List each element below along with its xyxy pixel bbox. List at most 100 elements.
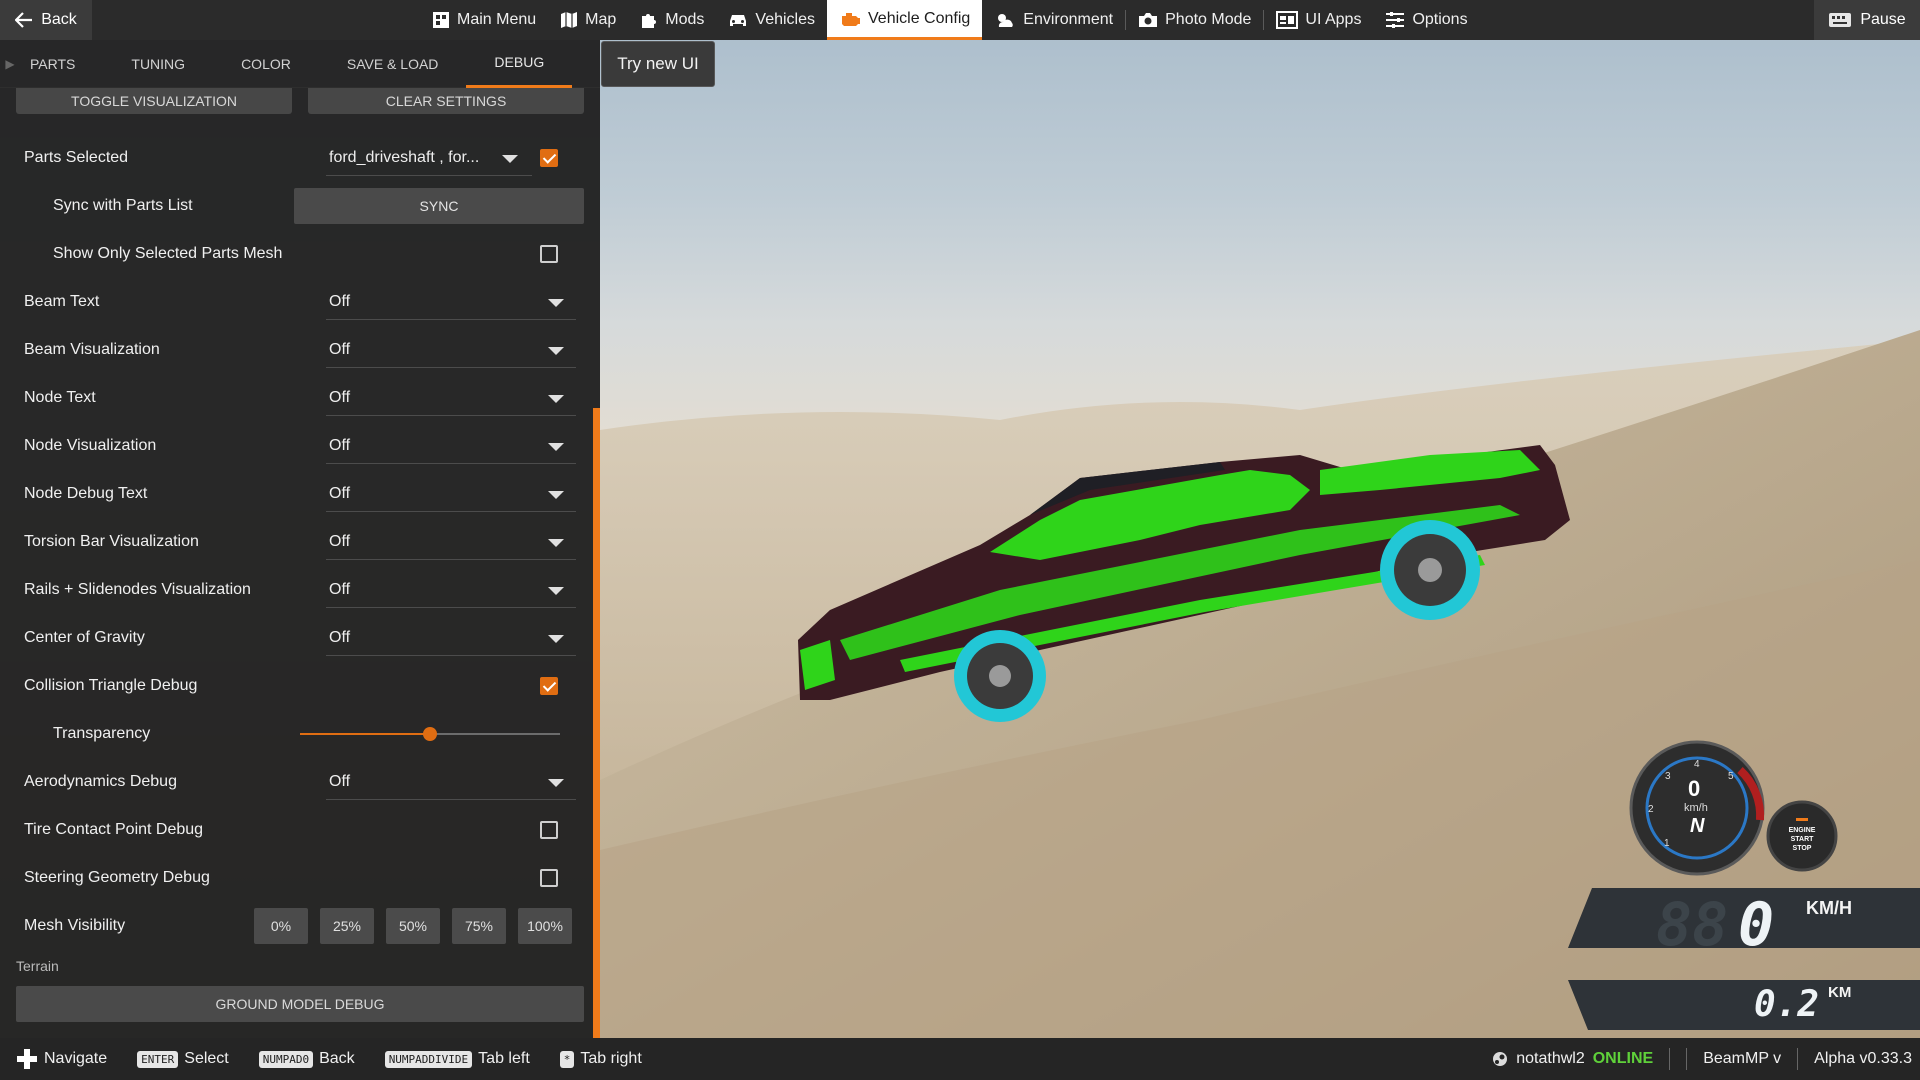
row-transparency: Transparency [0,710,593,758]
parts-selected-dropdown[interactable]: ford_driveshaft , for... [326,140,532,176]
hint-navigate: Navigate [16,1048,107,1070]
dropdown-value: Off [329,772,351,790]
gauge-unit: km/h [1684,802,1708,814]
gauge-tick-5: 5 [1728,771,1734,782]
show-only-mesh-label: Show Only Selected Parts Mesh [53,245,283,262]
back-button[interactable]: Back [0,0,92,40]
engine-label-2: START [1790,836,1814,843]
mesh-50-button[interactable]: 50% [386,908,440,944]
row-rails: Rails + Slidenodes Visualization Off [0,566,593,614]
status-area: notathwl2 ONLINE BeamMP v Alpha v0.33.3 [1492,1038,1912,1080]
mesh-visibility-buttons: 0% 25% 50% 75% 100% [254,908,572,944]
game-version: Alpha v0.33.3 [1814,1050,1912,1067]
show-only-mesh-checkbox[interactable] [540,245,558,263]
mesh-visibility-label: Mesh Visibility [24,917,126,934]
caret-down-icon [548,539,564,547]
dropdown-value: Off [329,340,351,358]
collision-triangle-label: Collision Triangle Debug [24,677,198,694]
node-debug-text-dropdown[interactable]: Off [326,476,576,512]
nav-label: Environment [1023,11,1114,28]
tab-save-load[interactable]: SAVE & LOAD [319,40,467,88]
panel-scrollbar[interactable] [593,408,600,1076]
mesh-0-button[interactable]: 0% [254,908,308,944]
dropdown-value: Off [329,388,351,406]
clear-settings-button[interactable]: CLEAR SETTINGS [308,88,584,114]
car-icon [730,15,747,26]
row-mesh-visibility: Mesh Visibility 0% 25% 50% 75% 100% [0,902,593,950]
node-vis-dropdown[interactable]: Off [326,428,576,464]
nav-label: UI Apps [1305,11,1362,28]
caret-down-icon [548,587,564,595]
tab-parts[interactable]: PARTS [20,40,103,88]
main-menu-icon [433,12,449,28]
aero-dropdown[interactable]: Off [326,764,576,800]
mesh-25-button[interactable]: 25% [320,908,374,944]
tab-debug[interactable]: DEBUG [466,40,573,88]
node-text-dropdown[interactable]: Off [326,380,576,416]
hint-label: Tab right [580,1050,642,1067]
nav-mods[interactable]: Mods [628,0,716,40]
mesh-75-button[interactable]: 75% [452,908,506,944]
cog-dropdown[interactable]: Off [326,620,576,656]
nav-vehicle-config[interactable]: Vehicle Config [827,0,983,40]
main-nav: Main Menu Map Mods Vehicles Vehicle Conf… [420,0,1480,40]
back-label: Back [41,11,77,28]
status-separator [1669,1048,1671,1070]
dpad-icon [17,1049,37,1069]
dropdown-value: ford_driveshaft , for... [329,148,480,166]
debug-content[interactable]: TOGGLE VISUALIZATION CLEAR SETTINGS Part… [0,88,593,1038]
row-node-debug-text: Node Debug Text Off [0,470,593,518]
nav-ui-apps[interactable]: UI Apps [1264,0,1373,40]
key-numpaddivide: NUMPADDIVIDE [384,1050,473,1068]
beam-text-dropdown[interactable]: Off [326,284,576,320]
caret-down-icon [548,299,564,307]
hint-label: Back [319,1050,355,1067]
tire-contact-checkbox[interactable] [540,821,558,839]
status-separator [1797,1048,1799,1070]
speed-display: 88 0 KM/H [1568,888,1920,948]
user-status: notathwl2 ONLINE [1492,1050,1653,1068]
toggle-visualization-button[interactable]: TOGGLE VISUALIZATION [16,88,292,114]
slider-thumb[interactable] [423,727,437,741]
tab-color[interactable]: COLOR [213,40,319,88]
rails-dropdown[interactable]: Off [326,572,576,608]
sync-button[interactable]: SYNC [294,188,584,224]
puzzle-icon [642,14,657,28]
nav-main-menu[interactable]: Main Menu [420,0,548,40]
parts-selected-checkbox[interactable] [540,149,558,167]
ground-model-debug-button[interactable]: GROUND MODEL DEBUG [16,986,584,1022]
gauge-tick-3: 3 [1665,771,1671,782]
nav-map[interactable]: Map [548,0,628,40]
steering-geometry-label: Steering Geometry Debug [24,869,210,886]
parts-selected-label: Parts Selected [24,149,129,166]
gauge-tick-4: 4 [1694,759,1700,770]
transparency-label: Transparency [53,725,151,742]
hint-tab-left: NUMPADDIVIDE Tab left [384,1050,530,1068]
caret-down-icon [548,443,564,451]
try-new-ui-button[interactable]: Try new UI [601,41,715,87]
nav-options[interactable]: Options [1373,0,1479,40]
hint-tab-right: * Tab right [559,1050,642,1068]
dropdown-value: Off [329,484,351,502]
bottom-hint-bar: Navigate ENTER Select NUMPAD0 Back NUMPA… [0,1038,1920,1080]
pause-button[interactable]: Pause [1814,0,1920,40]
mesh-100-button[interactable]: 100% [518,908,572,944]
gauge-gear: N [1690,815,1705,837]
nav-photo-mode[interactable]: Photo Mode [1126,0,1263,40]
collision-triangle-checkbox[interactable] [540,677,558,695]
tab-tuning[interactable]: TUNING [103,40,213,88]
config-tabs: ▶ PARTS TUNING COLOR SAVE & LOAD DEBUG [0,40,600,88]
rails-label: Rails + Slidenodes Visualization [24,581,251,598]
row-center-of-gravity: Center of Gravity Off [0,614,593,662]
torsion-bar-dropdown[interactable]: Off [326,524,576,560]
transparency-slider[interactable] [300,724,560,744]
beam-vis-dropdown[interactable]: Off [326,332,576,368]
nav-vehicles[interactable]: Vehicles [716,0,827,40]
map-icon [561,12,578,28]
row-aero-debug: Aerodynamics Debug Off [0,758,593,806]
keyboard-icon [1829,13,1852,27]
steering-geometry-checkbox[interactable] [540,869,558,887]
status-separator [1686,1048,1688,1070]
hint-select: ENTER Select [137,1050,229,1068]
nav-environment[interactable]: Environment [982,0,1125,40]
